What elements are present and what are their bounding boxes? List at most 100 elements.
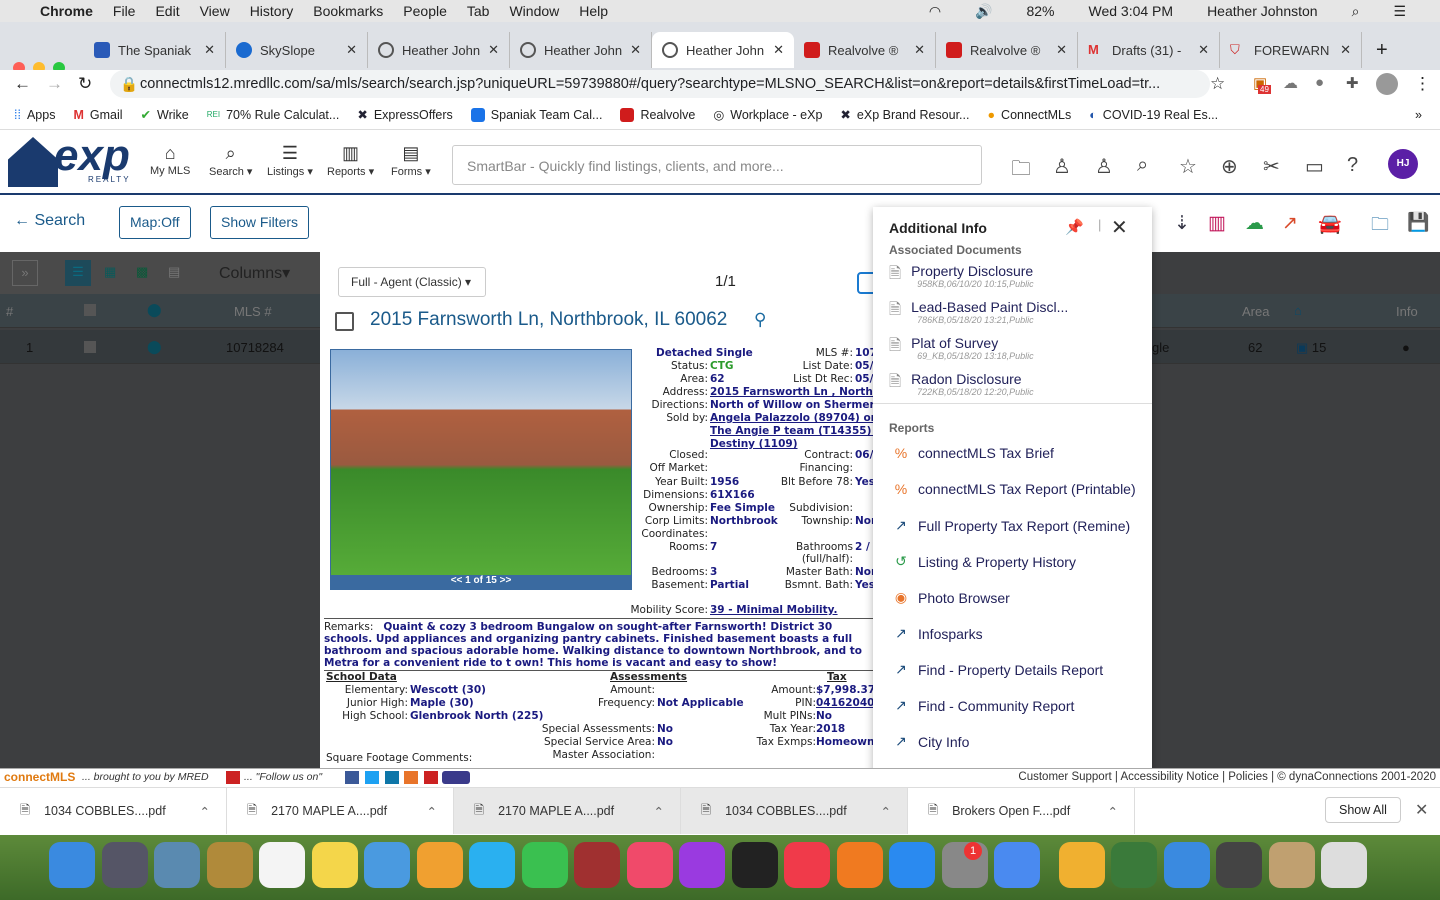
- show-filters-button[interactable]: Show Filters: [210, 206, 310, 239]
- magnify-icon[interactable]: ⌕: [1137, 154, 1148, 177]
- dock-outlook-icon[interactable]: [1163, 842, 1210, 888]
- show-all-downloads-button[interactable]: Show All: [1325, 797, 1401, 823]
- menu-people[interactable]: People: [403, 3, 447, 19]
- spotlight-icon[interactable]: ⌕: [1352, 3, 1360, 20]
- pin-icon[interactable]: 📌: [1065, 218, 1084, 236]
- menu-history[interactable]: History: [250, 3, 294, 19]
- download-item[interactable]: 🗎 1034 COBBLES....pdf ⌃: [681, 788, 908, 834]
- bookmark-realvolve[interactable]: Realvolve: [620, 107, 695, 122]
- mred-logo-icon[interactable]: [226, 771, 240, 784]
- dock-music-icon[interactable]: [626, 842, 673, 888]
- close-tab-icon[interactable]: ✕: [914, 42, 925, 58]
- col-header-info[interactable]: Info: [1396, 304, 1418, 319]
- bookmark-apps[interactable]: ⁞⁞ Apps: [14, 108, 55, 122]
- globe-icon[interactable]: ⊕: [1221, 154, 1238, 179]
- bookmark-70-rule[interactable]: REI 70% Rule Calculat...: [207, 108, 340, 122]
- bookmark-calendar[interactable]: Spaniak Team Cal...: [470, 107, 602, 122]
- menu-file[interactable]: File: [113, 3, 136, 19]
- grid-view-icon[interactable]: ▦: [104, 264, 116, 280]
- tools-icon[interactable]: ✂: [1263, 154, 1280, 179]
- download-item[interactable]: 🗎 Brokers Open F....pdf ⌃: [908, 788, 1135, 834]
- chevron-up-icon[interactable]: ⌃: [1108, 804, 1118, 819]
- star-icon[interactable]: ☆: [1179, 154, 1197, 179]
- report-view-icon[interactable]: ▤: [168, 264, 180, 280]
- report-link[interactable]: ↺ Listing & Property History: [893, 553, 1076, 570]
- document-item[interactable]: 🗎 Plat of Survey 69_KB,05/18/20 13:18,Publ…: [889, 335, 1034, 361]
- field-value[interactable]: Angela Palazzolo (89704) on: [710, 412, 873, 424]
- report-link[interactable]: % connectMLS Tax Brief: [893, 445, 1054, 461]
- report-link[interactable]: ↗ Find - Property Details Report: [893, 661, 1103, 678]
- chevron-up-icon[interactable]: ⌃: [427, 804, 437, 819]
- browser-tab-active[interactable]: Heather John ✕: [652, 32, 794, 68]
- source-mls-icon[interactable]: [442, 771, 470, 784]
- row-checkbox[interactable]: [84, 341, 96, 353]
- dock-news-icon[interactable]: [784, 842, 830, 888]
- close-tab-icon[interactable]: ✕: [1056, 42, 1067, 58]
- report-link[interactable]: ↗ Infosparks: [893, 625, 982, 642]
- document-name[interactable]: Property Disclosure: [911, 263, 1034, 279]
- youtube-icon[interactable]: [424, 771, 438, 784]
- exp-logo[interactable]: exp REALTY: [8, 131, 142, 189]
- bookmark-connectmls[interactable]: ● ConnectMLs: [987, 108, 1071, 122]
- close-tab-icon[interactable]: ✕: [630, 42, 641, 58]
- dock-printer-icon[interactable]: [1216, 842, 1262, 888]
- nav-search[interactable]: ⌕ Search ▾: [209, 143, 252, 178]
- dock-podcasts-icon[interactable]: [679, 842, 725, 888]
- car-icon[interactable]: 🚘: [1318, 212, 1342, 236]
- dock-activity-icon[interactable]: [1111, 842, 1157, 888]
- dock-apple-tv-icon[interactable]: [731, 842, 778, 888]
- battery-percent[interactable]: 82%: [1026, 3, 1054, 20]
- circle-extension-icon[interactable]: ●: [1315, 74, 1324, 91]
- save-icon[interactable]: 💾: [1407, 212, 1429, 233]
- document-item[interactable]: 🗎 Property Disclosure 958KB,06/10/20 10:15…: [889, 263, 1034, 289]
- forward-icon[interactable]: →: [46, 74, 63, 94]
- dock-app-icon[interactable]: [1058, 842, 1105, 888]
- trend-chart-icon[interactable]: ↗: [1282, 212, 1298, 235]
- expand-icon[interactable]: »: [12, 260, 38, 286]
- extensions-puzzle-icon[interactable]: ✚: [1346, 74, 1359, 92]
- dock-launchpad-icon[interactable]: [101, 842, 148, 888]
- document-item[interactable]: 🗎 Lead-Based Paint Discl... 786KB,05/18/20…: [889, 299, 1068, 325]
- dock-app-store-icon[interactable]: [889, 842, 935, 888]
- nav-my-mls[interactable]: ⌂ My MLS: [150, 143, 190, 177]
- dock-facetime-icon[interactable]: [521, 842, 568, 888]
- control-center-icon[interactable]: ☰: [1393, 3, 1406, 20]
- bookmark-gmail[interactable]: M Gmail: [73, 108, 122, 122]
- columns-dropdown[interactable]: Columns▾: [219, 263, 290, 283]
- user-avatar[interactable]: HJ: [1388, 149, 1418, 179]
- browser-tab[interactable]: Realvolve ® ✕: [794, 32, 936, 68]
- photo-navigation[interactable]: << 1 of 15 >>: [331, 575, 631, 589]
- dock-contacts-icon[interactable]: [206, 842, 253, 888]
- chrome-menu-icon[interactable]: ⋮: [1414, 74, 1431, 94]
- more-bookmarks-icon[interactable]: »: [1415, 108, 1422, 122]
- footer-links[interactable]: Customer Support | Accessibility Notice …: [1018, 771, 1436, 783]
- close-tab-icon[interactable]: ✕: [1198, 42, 1209, 58]
- linkedin-icon[interactable]: [385, 771, 399, 784]
- listing-address-title[interactable]: 2015 Farnsworth Ln, Northbrook, IL 60062: [370, 309, 727, 331]
- field-value[interactable]: The Angie P team (T14355) /: [710, 425, 873, 437]
- close-tab-icon[interactable]: ✕: [204, 42, 215, 58]
- document-name[interactable]: Plat of Survey: [911, 335, 1034, 351]
- back-to-search-link[interactable]: ← Search: [14, 212, 85, 230]
- bookmark-star-icon[interactable]: ☆: [1210, 74, 1225, 94]
- close-downloads-icon[interactable]: ✕: [1415, 800, 1428, 820]
- dock-photo-booth-icon[interactable]: [574, 842, 620, 888]
- document-item[interactable]: 🗎 Radon Disclosure 722KB,05/18/20 12:20,Pu…: [889, 371, 1034, 397]
- download-item[interactable]: 🗎 1034 COBBLES....pdf ⌃: [0, 788, 227, 834]
- clock[interactable]: Wed 3:04 PM: [1089, 3, 1174, 20]
- dock-calculator-icon[interactable]: [1268, 842, 1315, 888]
- chevron-up-icon[interactable]: ⌃: [881, 804, 891, 819]
- browser-tab[interactable]: Heather John ✕: [510, 32, 652, 68]
- bookmark-wrike[interactable]: ✔ Wrike: [141, 107, 189, 123]
- list-view-icon[interactable]: ☰: [65, 260, 91, 286]
- col-header-number[interactable]: #: [6, 304, 13, 319]
- url-input[interactable]: 🔒 connectmls12.mredllc.com/sa/mls/search/…: [110, 70, 1210, 98]
- nav-forms[interactable]: ▤ Forms ▾: [391, 143, 431, 178]
- info-icon[interactable]: ●: [1402, 340, 1410, 355]
- dock-chrome-icon[interactable]: [994, 842, 1040, 888]
- field-value[interactable]: Destiny (1109): [710, 438, 798, 450]
- folder-icon[interactable]: 🗀: [1011, 154, 1031, 188]
- dock-calendar-icon[interactable]: [259, 842, 305, 888]
- download-item[interactable]: 🗎 2170 MAPLE A....pdf ⌃: [454, 788, 681, 834]
- close-tab-icon[interactable]: ✕: [346, 42, 357, 58]
